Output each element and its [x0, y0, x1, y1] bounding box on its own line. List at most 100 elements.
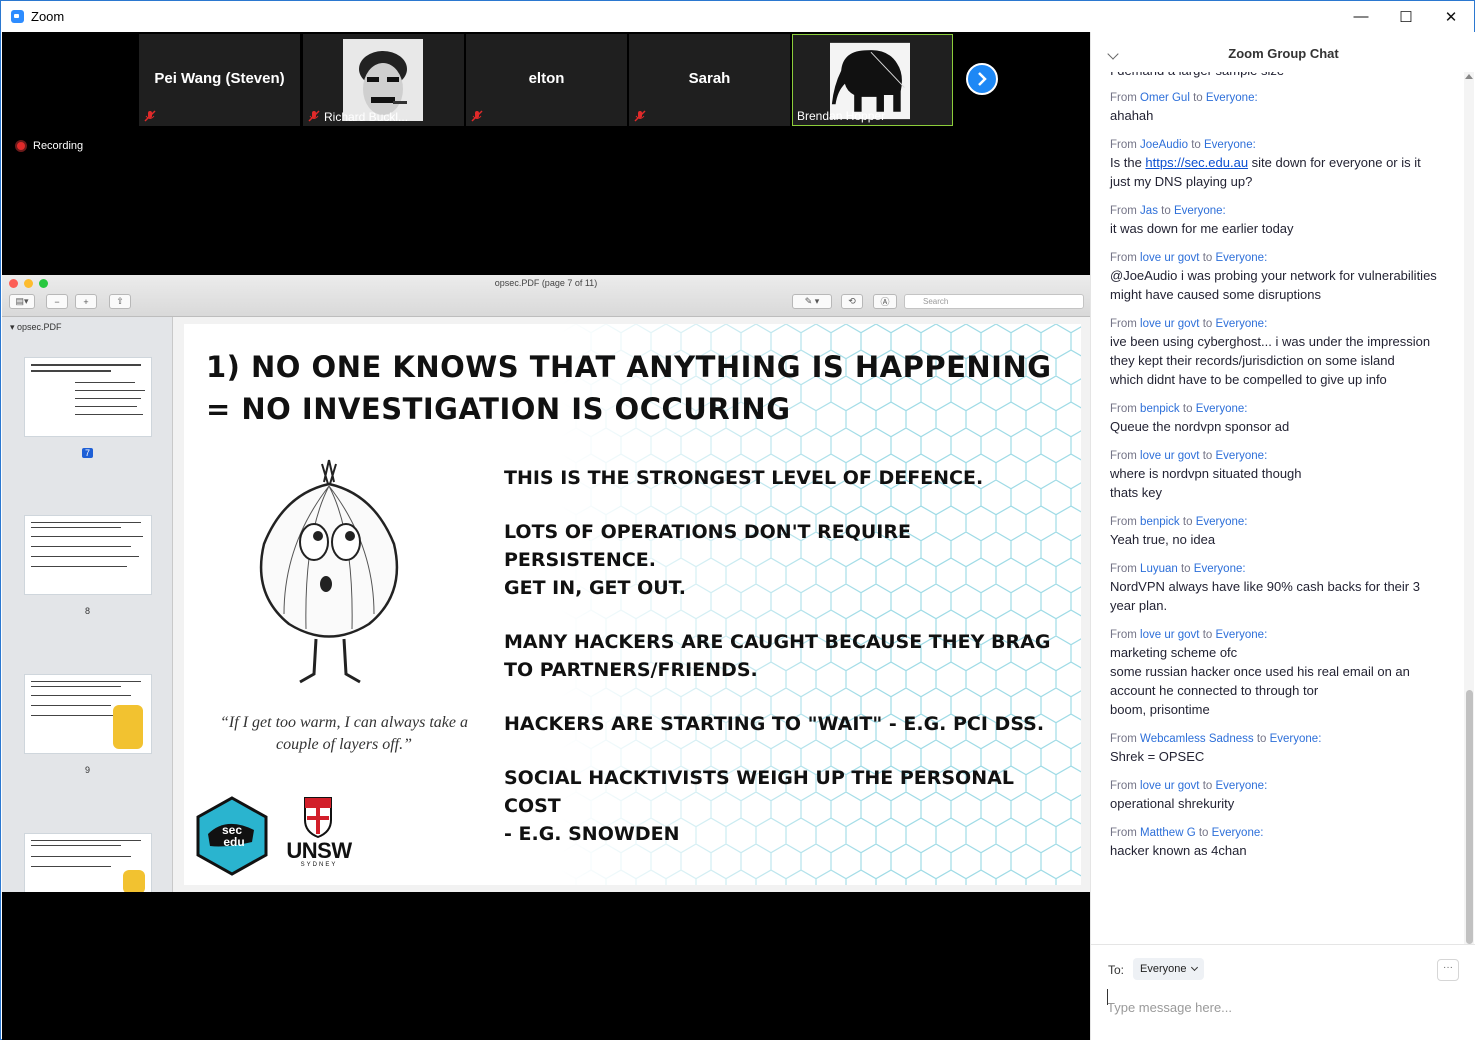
text-caret [1107, 989, 1108, 1005]
participant-tile-active-speaker[interactable]: Brendan Hopper [792, 34, 953, 126]
sender-name[interactable]: benpick [1140, 516, 1180, 528]
maximize-button[interactable]: ☐ [1383, 1, 1429, 32]
participant-tile[interactable]: Sarah [629, 34, 790, 126]
participant-tile[interactable]: elton [466, 34, 627, 126]
sidebar-toggle-icon[interactable]: ▤▾ [9, 294, 35, 309]
slide-bullet: MANY HACKERS ARE CAUGHT BECAUSE THEY BRA… [504, 631, 1051, 681]
recipient-name[interactable]: Everyone: [1212, 827, 1264, 839]
zoom-in-icon[interactable]: + [75, 294, 97, 309]
participant-tile[interactable]: Richard Buckl... [303, 34, 464, 126]
message-link[interactable]: https://sec.edu.au [1145, 155, 1248, 170]
recipient-name[interactable]: Everyone: [1216, 629, 1268, 641]
sender-name[interactable]: love ur govt [1140, 252, 1199, 264]
chat-title: Zoom Group Chat [1228, 46, 1339, 61]
sender-name[interactable]: Jas [1140, 205, 1158, 217]
participant-photo [343, 39, 423, 121]
participant-name: elton [528, 70, 565, 87]
from-label: From [1110, 827, 1137, 839]
sender-name[interactable]: love ur govt [1140, 629, 1199, 641]
chat-message: From benpick to Everyone: Yeah true, no i… [1110, 514, 1440, 549]
slide-bullets: THIS IS THE STRONGEST LEVEL OF DEFENCE. … [504, 464, 1064, 874]
recipient-name[interactable]: Everyone: [1216, 318, 1268, 330]
scrollbar-thumb[interactable] [1466, 690, 1473, 944]
page-number-label: 8 [84, 606, 90, 616]
chat-message: From JoeAudio to Everyone: Is the https:/… [1110, 137, 1440, 191]
chat-message: From love ur govt to Everyone: marketing … [1110, 627, 1440, 719]
from-label: From [1110, 205, 1137, 217]
search-field[interactable]: Search [904, 294, 1084, 309]
from-label: From [1110, 139, 1137, 151]
sender-name[interactable]: love ur govt [1140, 318, 1199, 330]
recipient-name[interactable]: Everyone: [1174, 205, 1226, 217]
recipient-name[interactable]: Everyone: [1270, 733, 1322, 745]
message-text: Is the https://sec.edu.au site down for … [1110, 155, 1421, 189]
recipient-name[interactable]: Everyone: [1216, 450, 1268, 462]
secedu-logo: sec edu [196, 796, 268, 876]
message-meta: From benpick to Everyone: [1110, 401, 1440, 417]
recipient-name[interactable]: Everyone: [1196, 403, 1248, 415]
rotate-icon[interactable]: ⟲ [841, 294, 863, 309]
chat-message-list[interactable]: I demand a larger sample size From Omer … [1091, 72, 1463, 944]
page-thumbnail[interactable] [24, 515, 152, 595]
message-meta: From Omer Gul to Everyone: [1110, 90, 1440, 106]
to-word: to [1256, 733, 1267, 745]
page-thumbnail[interactable] [24, 833, 152, 892]
muted-mic-icon [308, 110, 320, 122]
page-thumbnail[interactable] [24, 674, 152, 754]
recording-indicator[interactable]: Recording [15, 140, 83, 152]
markup-pen-icon[interactable]: ✎ ▾ [792, 294, 832, 309]
recipient-name[interactable]: Everyone: [1216, 780, 1268, 792]
message-text: ive been using cyberghost... i was under… [1110, 334, 1431, 387]
recipient-dropdown[interactable]: Everyone [1133, 958, 1205, 980]
share-icon[interactable]: ⇧ [109, 294, 131, 309]
participant-tile[interactable]: Pei Wang (Steven) [139, 34, 300, 126]
from-label: From [1110, 92, 1137, 104]
chat-message: From Jas to Everyone: it was down for me … [1110, 203, 1440, 238]
minimize-button[interactable]: — [1338, 1, 1384, 32]
sender-name[interactable]: love ur govt [1140, 780, 1199, 792]
chat-panel: Zoom Group Chat I demand a larger sample… [1090, 32, 1475, 1040]
slide-bullet: THIS IS THE STRONGEST LEVEL OF DEFENCE. [504, 467, 984, 489]
message-input[interactable] [1107, 987, 1457, 1027]
sender-name[interactable]: Matthew G [1140, 827, 1196, 839]
message-meta: From Webcamless Sadness to Everyone: [1110, 731, 1440, 747]
sender-name[interactable]: love ur govt [1140, 450, 1199, 462]
page-number-label: 7 [2, 448, 172, 458]
sender-name[interactable]: Webcamless Sadness [1140, 733, 1254, 745]
svg-text:edu: edu [223, 835, 244, 849]
unsw-wordmark: UNSW [286, 838, 352, 863]
more-options-button[interactable]: ··· [1437, 959, 1459, 981]
document-title: opsec.PDF (page 7 of 11) [494, 278, 598, 288]
sidebar-document-label[interactable]: ▾ opsec.PDF [10, 322, 62, 333]
chat-message: From love ur govt to Everyone: where is n… [1110, 448, 1440, 502]
recipient-name[interactable]: Everyone: [1204, 139, 1256, 151]
sender-name[interactable]: benpick [1140, 403, 1180, 415]
onion-quote: “If I get too warm, I can always take a … [220, 714, 468, 753]
sender-name[interactable]: Luyuan [1140, 563, 1178, 575]
recipient-name[interactable]: Everyone: [1216, 252, 1268, 264]
unsw-logo: UNSW SYDNEY [279, 796, 359, 876]
sender-name[interactable]: JoeAudio [1140, 139, 1188, 151]
to-word: to [1202, 780, 1213, 792]
to-label: To: [1108, 963, 1125, 977]
next-page-button[interactable] [966, 63, 998, 95]
annotate-icon[interactable]: Ⓐ [873, 294, 897, 309]
chat-scrollbar[interactable] [1464, 72, 1474, 944]
scroll-up-icon[interactable] [1465, 74, 1473, 79]
recipient-name[interactable]: Everyone: [1194, 563, 1246, 575]
muted-mic-icon [144, 110, 156, 122]
slide-bullet: SOCIAL HACKTIVISTS WEIGH UP THE PERSONAL… [504, 767, 1014, 845]
recipient-name[interactable]: Everyone: [1206, 92, 1258, 104]
chat-message: From love ur govt to Everyone: operationa… [1110, 778, 1440, 813]
sender-name[interactable]: Omer Gul [1140, 92, 1190, 104]
zoom-out-icon[interactable]: − [46, 294, 68, 309]
close-button[interactable]: ✕ [1428, 1, 1474, 32]
window-title: Zoom [31, 9, 65, 24]
to-word: to [1198, 827, 1209, 839]
zoom-app-icon [11, 10, 24, 23]
from-label: From [1110, 403, 1137, 415]
slide-bullet: LOTS OF OPERATIONS DON'T REQUIRE PERSIST… [504, 521, 911, 599]
recipient-name[interactable]: Everyone: [1196, 516, 1248, 528]
from-label: From [1110, 252, 1137, 264]
page-thumbnail[interactable] [24, 357, 152, 437]
